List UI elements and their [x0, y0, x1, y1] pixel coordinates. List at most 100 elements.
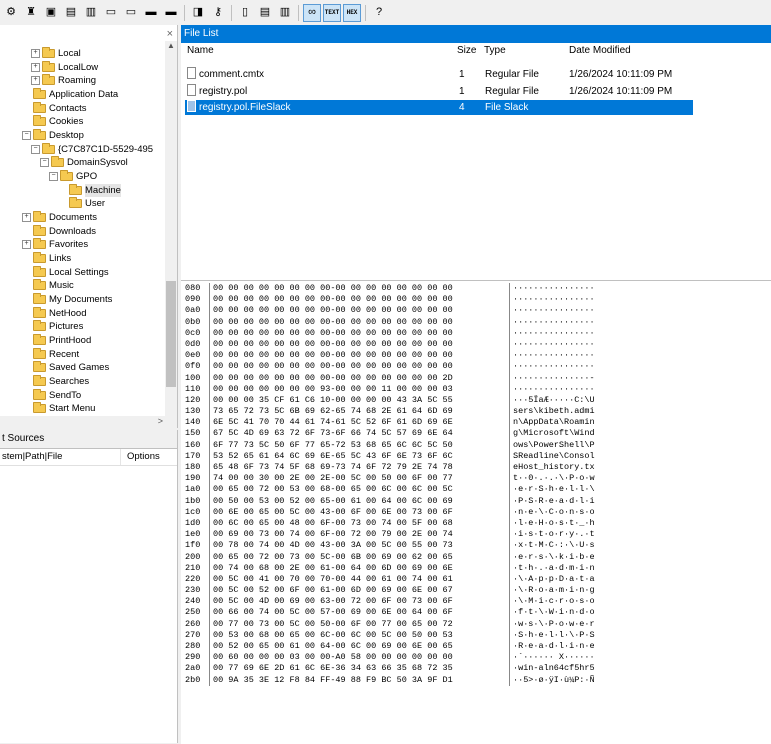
hex-line[interactable]: 0c0 00 00 00 00 00 00 00 00-00 00 00 00 0… — [185, 327, 600, 339]
hex-line[interactable]: 190 74 00 00 30 00 2E 00 2E-00 5C 00 50 0… — [185, 473, 600, 485]
hex-line[interactable]: 150 67 5C 4D 69 63 72 6F 73-6F 66 74 5C 5… — [185, 428, 600, 440]
tree-vertical-scrollbar[interactable]: ▲ — [165, 41, 177, 416]
hex-line[interactable]: 280 00 52 00 65 00 61 00 64-00 6C 00 69 0… — [185, 641, 600, 653]
tree-item[interactable]: User — [69, 197, 105, 210]
expand-icon[interactable]: + — [31, 49, 40, 58]
hex-line[interactable]: 1d0 00 6C 00 65 00 48 00 6F-00 73 00 74 0… — [185, 517, 600, 530]
hex-line[interactable]: 080 00 00 00 00 00 00 00 00-00 00 00 00 0… — [185, 283, 600, 295]
help-icon[interactable]: ? — [370, 4, 388, 22]
tree-item[interactable]: Recent — [33, 347, 79, 361]
hex-line[interactable]: 200 00 65 00 72 00 73 00 5C-00 6B 00 69 0… — [185, 551, 600, 563]
hex-line[interactable]: 210 00 74 00 68 00 2E 00 61-00 64 00 6D 0… — [185, 562, 600, 574]
hex-line[interactable]: 1f0 00 78 00 74 00 4D 00 43-00 3A 00 5C 0… — [185, 540, 600, 552]
column-date-modified[interactable]: Date Modified — [569, 43, 631, 59]
hex-line[interactable]: 1a0 00 65 00 72 00 53 00 68-00 65 00 6C 0… — [185, 484, 600, 496]
hex-line[interactable]: 270 00 53 00 68 00 65 00 6C-00 6C 00 5C 0… — [185, 629, 600, 641]
tree-item[interactable]: Saved Games — [33, 361, 109, 374]
hex-line[interactable]: 230 00 5C 00 52 00 6F 00 61-00 6D 00 69 0… — [185, 585, 600, 597]
tree-item[interactable]: − Desktop — [22, 128, 84, 142]
scroll-right-icon[interactable]: > — [158, 416, 163, 426]
collapse-icon[interactable]: − — [49, 171, 58, 181]
tree-item[interactable]: + Favorites — [22, 238, 88, 251]
file-row[interactable]: registry.pol 1 Regular File 1/26/2024 10:11… — [185, 83, 693, 99]
view-icon[interactable]: ∞ — [303, 3, 321, 22]
sources-column-options[interactable]: Options — [121, 449, 160, 465]
expand-icon[interactable]: + — [22, 240, 31, 250]
save-icon[interactable]: ▤ — [62, 4, 80, 22]
key-icon[interactable]: ⚷ — [209, 4, 227, 22]
hex-line[interactable]: 0a0 00 00 00 00 00 00 00 00-00 00 00 00 0… — [185, 305, 600, 317]
tree-item[interactable]: + Local — [31, 47, 81, 60]
hex-line[interactable]: 100 00 00 00 00 00 00 00 00-00 00 00 00 0… — [185, 372, 600, 384]
tree-item[interactable]: Start Menu — [33, 402, 95, 415]
hex-line[interactable]: 0d0 00 00 00 00 00 00 00 00-00 00 00 00 0… — [185, 338, 600, 351]
collapse-icon[interactable]: − — [40, 158, 49, 168]
tree-item[interactable]: − DomainSysvol — [40, 156, 128, 169]
hex-line[interactable]: 090 00 00 00 00 00 00 00 00-00 00 00 00 0… — [185, 294, 600, 306]
hex-line[interactable]: 260 00 77 00 73 00 5C 00 50-00 6F 00 77 0… — [185, 618, 600, 630]
hex-line[interactable]: 2a0 00 77 69 6E 2D 61 6C 6E-36 34 63 66 3… — [185, 663, 600, 675]
hex-line[interactable]: 220 00 5C 00 41 00 70 00 70-00 44 00 61 0… — [185, 573, 600, 586]
hex-line[interactable]: 1c0 00 6E 00 65 00 5C 00 43-00 6F 00 6E 0… — [185, 506, 600, 518]
tree-item[interactable]: Contacts — [33, 101, 87, 115]
expand-icon[interactable]: + — [31, 76, 40, 86]
close-icon[interactable]: × — [167, 28, 173, 40]
tree-item[interactable]: Searches — [33, 374, 89, 388]
tree-item[interactable]: NetHood — [33, 306, 87, 320]
text-icon[interactable]: ▥ — [276, 4, 294, 22]
capture-icon[interactable]: ⚙ — [2, 4, 20, 22]
hex-line[interactable]: 0e0 00 00 00 00 00 00 00 00-00 00 00 00 0… — [185, 350, 600, 362]
memory-icon[interactable]: ▬ — [162, 4, 180, 22]
collapse-icon[interactable]: − — [31, 144, 40, 154]
tree-item[interactable]: + Roaming — [31, 74, 96, 87]
hex-line[interactable]: 1e0 00 69 00 73 00 74 00 6F-00 72 00 79 0… — [185, 529, 600, 541]
hex-line[interactable]: 140 6E 5C 41 70 70 44 61 74-61 5C 52 6F 6… — [185, 417, 600, 429]
tree-item[interactable]: − GPO — [49, 169, 97, 183]
evidence-icon[interactable]: ♜ — [22, 4, 40, 22]
hex-line[interactable]: 0f0 00 00 00 00 00 00 00 00-00 00 00 00 0… — [185, 361, 600, 373]
hex-line[interactable]: 240 00 5C 00 4D 00 69 00 63-00 72 00 6F 0… — [185, 596, 600, 608]
scroll-thumb[interactable] — [166, 281, 176, 387]
tree-item[interactable]: Music — [33, 279, 74, 292]
mount-icon[interactable]: ▣ — [42, 4, 60, 22]
hex-line[interactable]: 0b0 00 00 00 00 00 00 00 00-00 00 00 00 0… — [185, 316, 600, 328]
sources-column-path[interactable]: stem|Path|File — [0, 449, 121, 465]
scroll-up-icon[interactable]: ▲ — [165, 41, 177, 55]
network-icon[interactable]: ▭ — [122, 4, 140, 22]
hex-line[interactable]: 250 00 66 00 74 00 5C 00 57-00 69 00 6E 0… — [185, 607, 600, 619]
tree-item[interactable]: + LocalLow — [31, 60, 98, 74]
tree-item[interactable]: My Documents — [33, 292, 112, 306]
tree-item[interactable]: Local Settings — [33, 265, 109, 279]
hex-line[interactable]: 130 73 65 72 73 5C 6B 69 62-65 74 68 2E 6… — [185, 406, 600, 418]
tree-horizontal-scrollbar[interactable]: > — [0, 416, 177, 428]
hex-line[interactable]: 180 65 48 6F 73 74 5F 68 69-73 74 6F 72 7… — [185, 462, 600, 474]
hex-line[interactable]: 120 00 00 00 35 CF 61 C6 10-00 00 00 00 4… — [185, 394, 600, 407]
tree-item[interactable]: Links — [33, 251, 71, 265]
tree-item[interactable]: SendTo — [33, 388, 81, 402]
expand-icon[interactable]: + — [22, 212, 31, 222]
hash-icon[interactable]: ◨ — [189, 4, 207, 22]
expand-icon[interactable]: + — [31, 62, 40, 72]
column-size[interactable]: Size — [457, 43, 476, 59]
hex-line[interactable]: 170 53 52 65 61 64 6C 69 6E-65 5C 43 6F 6… — [185, 450, 600, 462]
column-type[interactable]: Type — [484, 43, 506, 59]
text-view-icon[interactable]: TEXT — [323, 3, 341, 22]
file-row[interactable]: comment.cmtx 1 Regular File 1/26/2024 10:11… — [185, 67, 693, 82]
tree-item[interactable]: Cookies — [33, 115, 83, 128]
hex-line[interactable]: 290 00 60 00 00 00 03 00 00-A0 58 00 00 0… — [185, 652, 600, 664]
export-icon[interactable]: ▥ — [82, 4, 100, 22]
tree-item[interactable]: PrintHood — [33, 333, 91, 347]
hex-line[interactable]: 2b0 00 9A 35 3E 12 F8 84 FF-49 88 F9 BC 5… — [185, 674, 600, 686]
tree-item[interactable]: Machine — [69, 183, 121, 197]
file-row[interactable]: registry.pol.FileSlack 4 File Slack — [185, 100, 693, 115]
page-icon[interactable]: ▯ — [236, 4, 254, 22]
hex-line[interactable]: 110 00 00 00 00 00 00 00 93-00 00 00 11 0… — [185, 383, 600, 395]
doc-icon[interactable]: ▤ — [256, 4, 274, 22]
disk-icon[interactable]: ▬ — [142, 4, 160, 22]
hex-view-icon[interactable]: HEX — [343, 3, 361, 22]
collapse-icon[interactable]: − — [22, 130, 31, 140]
tree-item[interactable]: Pictures — [33, 320, 83, 333]
tree-item[interactable]: Downloads — [33, 224, 96, 238]
tree-item[interactable]: Application Data — [33, 87, 118, 101]
hex-line[interactable]: 1b0 00 50 00 53 00 52 00 65-00 61 00 64 0… — [185, 495, 600, 507]
